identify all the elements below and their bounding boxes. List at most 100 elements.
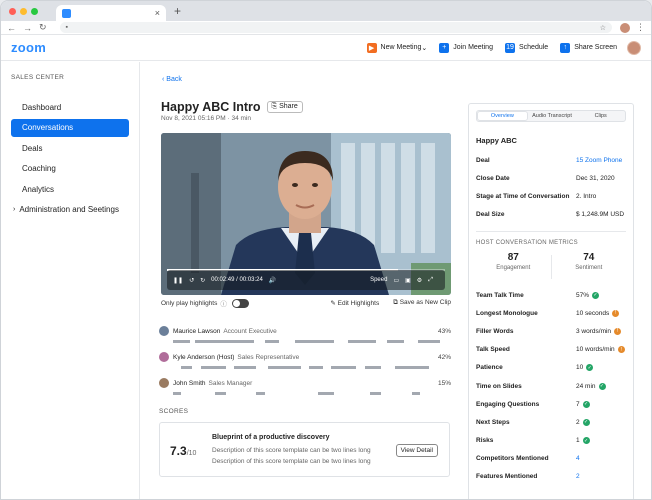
edit-highlights-button[interactable]: ✎ Edit Highlights <box>330 299 379 307</box>
close-tab-icon[interactable]: × <box>155 8 160 18</box>
sidebar-item-dashboard[interactable]: Dashboard <box>11 98 129 116</box>
browser-menu-icon[interactable]: ⋮ <box>636 22 645 33</box>
recording-meta: Nov 8, 2021 05:16 PM · 34 min <box>161 115 251 122</box>
sidebar-item-deals[interactable]: Deals <box>11 139 129 157</box>
metric-value[interactable]: 2 <box>576 473 580 480</box>
bookmark-star-icon[interactable]: ☆ <box>600 24 606 32</box>
sidebar-item-administration[interactable]: › Administration and Seetings <box>11 201 129 219</box>
metric-value[interactable]: 4 <box>576 455 580 462</box>
check-icon: ✓ <box>582 437 590 445</box>
settings-icon[interactable]: ⚙ <box>417 277 422 284</box>
captions-icon[interactable]: ▭ <box>393 277 399 284</box>
edit-highlights-label: Edit Highlights <box>337 300 380 307</box>
metric-value: 7 ✓ <box>576 400 590 408</box>
engagement-stat: 87 Engagement <box>476 252 551 282</box>
check-icon: ✓ <box>592 291 600 299</box>
speaker-talk-track[interactable] <box>173 392 451 395</box>
schedule-button[interactable]: 19 Schedule <box>504 42 548 53</box>
user-avatar[interactable] <box>627 40 641 55</box>
rewind-icon[interactable]: ↺ <box>189 277 194 284</box>
talk-segment <box>264 340 279 343</box>
share-button[interactable]: ⎘ Share <box>266 101 303 113</box>
sidebar-item-analytics[interactable]: Analytics <box>11 180 129 198</box>
metric-row: Filler Words 3 words/min! <box>469 322 633 340</box>
tab-overview[interactable]: Overview <box>477 111 528 121</box>
sidebar-item-coaching[interactable]: Coaching <box>11 160 129 178</box>
header-actions: ▶ New Meeting ⌄ + Join Meeting 19 Schedule ↑ Sh… <box>366 42 617 53</box>
browser-tab[interactable]: × <box>56 5 166 21</box>
speaker-talk-percent: 43% <box>437 327 451 335</box>
save-clip-button[interactable]: ⧉ Save as New Clip <box>393 299 451 307</box>
address-bar[interactable]: ▪ ☆ <box>59 22 612 33</box>
speed-button[interactable]: Speed <box>370 277 387 283</box>
maximize-window-dot[interactable] <box>31 7 38 15</box>
reload-icon[interactable]: ↻ <box>39 22 47 33</box>
sidebar-item-label: Coaching <box>22 164 56 173</box>
metric-row: Competitors Mentioned 4 <box>469 450 633 468</box>
metric-value: 10 words/min! <box>576 346 625 354</box>
speaker-avatar <box>159 378 169 388</box>
speaker-name: Kyle Anderson (Host) <box>173 353 235 361</box>
field-value: $ 1,248.9M USD <box>576 210 625 218</box>
metric-row: Next Steps 2 ✓ <box>469 413 633 431</box>
pause-icon[interactable]: ❚❚ <box>173 277 183 284</box>
metric-value-text: 3 words/min <box>576 327 612 335</box>
sidebar-item-conversations[interactable]: Conversations <box>11 118 129 137</box>
info-icon[interactable]: ⓘ <box>220 298 227 308</box>
talk-segment <box>181 366 193 369</box>
metric-value: 3 words/min! <box>576 327 622 335</box>
metrics-heading: HOST CONVERSATION METRICS <box>476 240 578 246</box>
sidebar-item-label: Administration and Seetings <box>19 205 119 214</box>
join-meeting-button[interactable]: + Join Meeting <box>439 42 493 53</box>
engagement-sentiment: 87 Engagement 74 Sentiment <box>476 252 626 282</box>
close-window-dot[interactable] <box>9 7 16 15</box>
share-screen-button[interactable]: ↑ Share Screen <box>560 42 617 53</box>
metric-value-text: 10 seconds <box>576 309 610 317</box>
volume-icon[interactable]: 🔊 <box>269 277 276 284</box>
speaker-talk-track[interactable] <box>173 340 451 343</box>
pip-icon[interactable]: ▣ <box>405 277 411 284</box>
fullscreen-icon[interactable]: ⤢ <box>428 277 433 284</box>
zoom-logo[interactable]: zoom <box>11 40 46 55</box>
tab-audio-transcript[interactable]: Audio Transcript <box>528 111 577 121</box>
main-content: ‹ Back Happy ABC Intro ⎘ Share Nov 8, 20… <box>140 62 651 499</box>
conversation-details-panel: Overview Audio Transcript Clips Happy ABC … <box>468 103 634 499</box>
video-time: 00:02:49 / 00:03:24 <box>211 277 263 283</box>
browser-profile-avatar[interactable] <box>620 22 630 33</box>
score-value: 7.3/10 <box>170 444 196 458</box>
score-number: 7.3 <box>170 444 187 458</box>
engagement-value: 87 <box>507 252 519 263</box>
back-arrow-icon[interactable]: ← <box>7 23 16 33</box>
view-detail-button[interactable]: View Detail <box>395 444 438 457</box>
score-out-of: /10 <box>186 450 197 457</box>
new-tab-icon[interactable]: + <box>174 4 181 18</box>
panel-tabs: Overview Audio Transcript Clips <box>476 110 626 122</box>
metric-label: Time on Slides <box>476 382 522 390</box>
chevron-down-icon: ⌄ <box>421 44 428 52</box>
score-title: Blueprint of a productive discovery <box>212 434 330 441</box>
speaker-row: Kyle Anderson (Host) Sales Representative… <box>159 352 451 378</box>
calendar-icon: 19 <box>504 42 515 53</box>
speaker-info: Kyle Anderson (Host) Sales Representative… <box>159 352 451 362</box>
metric-value-text: 10 words/min <box>576 346 615 354</box>
metric-value-text: 2 <box>576 418 580 426</box>
video-player[interactable]: ❚❚ ↺ ↻ 00:02:49 / 00:03:24 🔊 Speed ▭ ▣ ⚙… <box>161 133 451 295</box>
check-icon: ✓ <box>582 418 590 426</box>
sidebar: SALES CENTER Dashboard Conversations Deals… <box>1 62 140 499</box>
back-link[interactable]: ‹ Back <box>162 76 182 83</box>
forward-arrow-icon[interactable]: → <box>23 23 32 33</box>
minimize-window-dot[interactable] <box>20 7 27 15</box>
forward-icon[interactable]: ↻ <box>200 277 205 284</box>
warning-icon: ! <box>612 309 620 317</box>
field-value[interactable]: 15 Zoom Phone <box>576 157 622 164</box>
new-meeting-button[interactable]: ▶ New Meeting ⌄ <box>366 42 428 53</box>
tab-clips[interactable]: Clips <box>576 111 625 121</box>
speaker-name: Maurice Lawson <box>173 327 221 335</box>
talk-segment <box>331 366 357 369</box>
warning-icon: ! <box>617 346 625 354</box>
talk-segment <box>387 340 404 343</box>
highlights-toggle[interactable] <box>231 298 249 308</box>
metric-value-text: 2 <box>576 473 580 481</box>
speaker-talk-track[interactable] <box>173 366 451 369</box>
metric-value: 24 min ✓ <box>576 382 606 390</box>
